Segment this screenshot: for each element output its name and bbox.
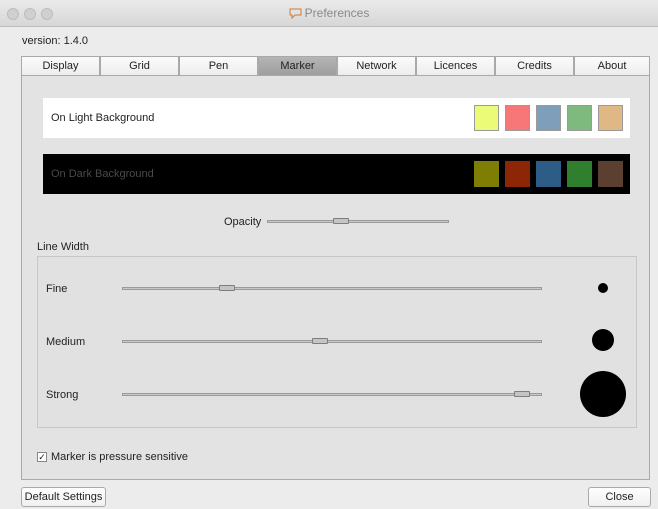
title-bar: Preferences bbox=[0, 0, 658, 27]
light-swatch-orange[interactable] bbox=[598, 105, 623, 131]
pressure-sensitive-label: Marker is pressure sensitive bbox=[51, 451, 188, 463]
opacity-label: Opacity bbox=[224, 216, 262, 228]
line-width-fine-label: Fine bbox=[46, 283, 68, 295]
window-title-text: Preferences bbox=[304, 6, 370, 20]
tab-licences[interactable]: Licences bbox=[416, 56, 495, 75]
dark-swatch-blue[interactable] bbox=[536, 161, 561, 187]
version-label: version: 1.4.0 bbox=[22, 35, 89, 47]
line-width-strong-label: Strong bbox=[46, 389, 79, 401]
pressure-sensitive-checkbox[interactable]: ✓ bbox=[37, 452, 47, 462]
slider-track[interactable] bbox=[122, 287, 542, 290]
chat-bubble-icon bbox=[289, 8, 302, 20]
tab-pen[interactable]: Pen bbox=[179, 56, 258, 75]
line-width-medium-label: Medium bbox=[46, 336, 86, 348]
tab-display[interactable]: Display bbox=[21, 56, 100, 75]
line-width-title: Line Width bbox=[37, 241, 89, 253]
fine-width-preview-dot bbox=[598, 283, 608, 293]
tab-credits[interactable]: Credits bbox=[495, 56, 574, 75]
light-background-label: On Light Background bbox=[51, 112, 155, 124]
slider-track[interactable] bbox=[122, 340, 542, 343]
slider-handle[interactable] bbox=[311, 338, 328, 344]
slider-handle[interactable] bbox=[513, 391, 530, 397]
dark-background-label: On Dark Background bbox=[51, 168, 154, 180]
medium-width-preview-dot bbox=[592, 329, 614, 351]
light-swatch-green[interactable] bbox=[567, 105, 592, 131]
window-title: Preferences bbox=[0, 0, 658, 26]
tab-marker[interactable]: Marker bbox=[258, 56, 337, 75]
close-button[interactable]: Close bbox=[588, 487, 651, 507]
dark-swatch-green[interactable] bbox=[567, 161, 592, 187]
dark-background-row: On Dark Background bbox=[43, 154, 630, 194]
dark-swatch-yellow[interactable] bbox=[474, 161, 499, 187]
light-swatch-blue[interactable] bbox=[536, 105, 561, 131]
slider-track[interactable] bbox=[122, 393, 542, 396]
slider-track[interactable] bbox=[267, 220, 449, 223]
light-swatch-red[interactable] bbox=[505, 105, 530, 131]
strong-width-preview-dot bbox=[580, 371, 626, 417]
tab-grid[interactable]: Grid bbox=[100, 56, 179, 75]
light-background-row: On Light Background bbox=[43, 98, 630, 138]
slider-handle[interactable] bbox=[333, 218, 350, 224]
default-settings-button[interactable]: Default Settings bbox=[21, 487, 106, 507]
tab-about[interactable]: About bbox=[574, 56, 650, 75]
dark-swatch-brown[interactable] bbox=[598, 161, 623, 187]
checkmark-icon: ✓ bbox=[38, 452, 46, 462]
light-swatch-yellow[interactable] bbox=[474, 105, 499, 131]
tab-network[interactable]: Network bbox=[337, 56, 416, 75]
slider-handle[interactable] bbox=[218, 285, 235, 291]
dark-swatch-red[interactable] bbox=[505, 161, 530, 187]
